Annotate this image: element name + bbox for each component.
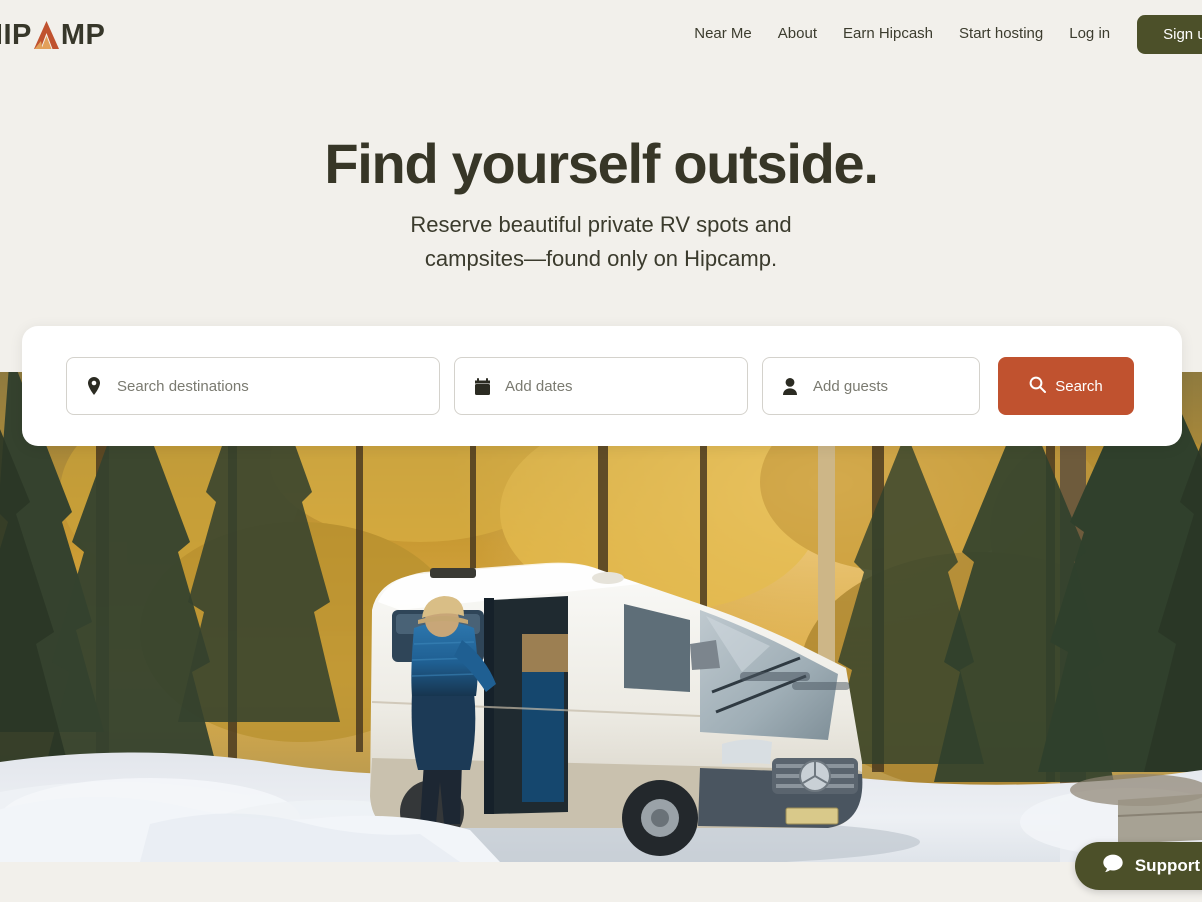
main-nav: Near Me About Earn Hipcash Start hosting… <box>681 0 1202 68</box>
nav-link-near-me[interactable]: Near Me <box>681 0 765 68</box>
person-icon <box>781 376 799 396</box>
search-guests-placeholder: Add guests <box>813 377 889 395</box>
logo-text-after: MP <box>60 19 106 51</box>
search-dates-placeholder: Add dates <box>505 377 573 395</box>
nav-link-start-hosting[interactable]: Start hosting <box>946 0 1056 68</box>
nav-link-about[interactable]: About <box>765 0 830 68</box>
calendar-icon <box>473 376 491 396</box>
location-pin-icon <box>85 376 103 396</box>
search-button[interactable]: Search <box>998 357 1134 415</box>
tent-a-icon <box>32 20 61 50</box>
site-header: HIP MP Near Me About Earn Hipcash Start … <box>0 0 1202 68</box>
nav-link-earn-hipcash[interactable]: Earn Hipcash <box>830 0 946 68</box>
support-chat-button[interactable]: Support <box>1074 842 1202 890</box>
hero-text-block: Find yourself outside. Reserve beautiful… <box>0 130 1202 276</box>
search-button-label: Search <box>1055 377 1103 395</box>
search-destination-placeholder: Search destinations <box>117 377 249 395</box>
search-dates-field[interactable]: Add dates <box>454 357 748 415</box>
hero-subtitle: Reserve beautiful private RV spots and c… <box>410 212 792 271</box>
logo-text-before: HIP <box>0 19 32 51</box>
search-card: Search destinations Add dates Add guests <box>22 326 1182 446</box>
nav-link-log-in[interactable]: Log in <box>1056 0 1123 68</box>
chat-bubble-icon <box>1103 854 1123 878</box>
page-title: Find yourself outside. <box>324 132 879 195</box>
search-guests-field[interactable]: Add guests <box>762 357 980 415</box>
sign-up-button[interactable]: Sign up <box>1137 14 1202 54</box>
magnifier-icon <box>1029 376 1047 397</box>
support-label: Support <box>1134 856 1200 875</box>
hipcamp-logo[interactable]: HIP MP <box>0 16 105 50</box>
search-destination-field[interactable]: Search destinations <box>66 357 440 415</box>
